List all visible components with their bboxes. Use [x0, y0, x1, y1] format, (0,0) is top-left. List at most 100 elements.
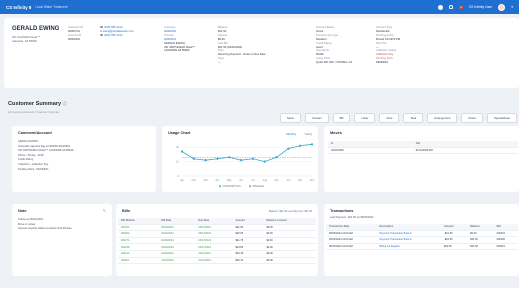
note-body: Follow-up 05/21/2024 Move in review Acco…: [18, 218, 108, 232]
usage-line-chart: 0 10 20 Jan Feb Mar Apr May Jun Jul Aug Sep Oct Nov De…: [176, 143, 315, 188]
move-button[interactable]: Move: [280, 113, 301, 123]
transaction-description[interactable]: Payment Transaction Bank A: [376, 237, 441, 244]
table-row[interactable]: 05/25/2024 12:00 AM Payment Transaction B…: [326, 230, 518, 237]
app-title[interactable]: CS Infinity 8: [6, 5, 31, 10]
balance-forward: $0.00: [266, 252, 273, 256]
customer-profile-panel: GERALD EWING 331 Smithfield Road ** Lake…: [4, 18, 519, 88]
contact-column: ☎ (815) 555-1212 ✉ ewing@landalewater.co…: [100, 26, 134, 38]
breadcrumb[interactable]: All Customer Accounts / Customer Summary: [8, 111, 59, 114]
info-icon[interactable]: ⓘ: [63, 101, 67, 106]
bill-number[interactable]: 000300: [118, 231, 158, 238]
table-row[interactable]: 05/23/2024 12:00 AM Payment Transaction B…: [326, 237, 518, 244]
search-icon[interactable]: [438, 4, 444, 10]
data-point: [180, 150, 184, 153]
bill-number[interactable]: 000248: [118, 244, 158, 251]
pays-value: —: [218, 61, 221, 65]
summary-title-text: Customer Summary: [8, 101, 62, 107]
top-bar: CS Infinity 8 Local Water Treatment 3 CS…: [0, 0, 519, 14]
status-column: Account Status Active Premise Use Type R…: [316, 26, 352, 65]
balance-forward: $0.00: [266, 225, 273, 229]
app-subtitle: Local Water Treatment: [35, 5, 68, 9]
spreadsheet-button[interactable]: Spreadsheet: [487, 113, 517, 123]
address-line-2: Lakeside, AZ 85929: [12, 39, 37, 43]
contact-button[interactable]: Contact: [304, 113, 329, 123]
bills-table: Bill Number Bill Date Due Date Amount Ba…: [118, 218, 316, 264]
card-title: Moves: [330, 131, 342, 135]
comment-card: Comment/Account GERALD EWING Automatic p…: [12, 126, 156, 192]
bell-icon[interactable]: [449, 5, 454, 9]
bill-number[interactable]: 000271: [118, 237, 158, 244]
task-button[interactable]: Task: [403, 113, 424, 123]
bill-number[interactable]: 000212: [118, 250, 158, 257]
amount: $21.50: [235, 225, 244, 229]
due-date: 04/17/2024: [198, 239, 211, 243]
bills-card: Bills Balance: $21.50 Last Payment: $21.…: [116, 204, 318, 276]
user-name[interactable]: CS Infinity User: [469, 5, 493, 9]
action-bar: Move Contact Bill Letter Note Task Arran…: [280, 113, 517, 123]
balance-forward: $0.00: [266, 245, 273, 249]
table-row[interactable]: 000212 01/23/2024 02/17/2024 $23.15 $0.00: [118, 250, 316, 258]
chevron-down-icon[interactable]: ▾: [511, 5, 513, 9]
table-row[interactable]: 000201 12/23/2023 01/17/2024 $20.70 $0.00: [118, 257, 316, 264]
phone-1[interactable]: (815) 555-1212: [104, 26, 122, 29]
x-tick-label: Apr: [216, 179, 220, 182]
data-point: [239, 159, 243, 162]
card-title: Comment/Account: [18, 131, 52, 135]
table-row[interactable]: 01/01/2009 01/01/2020 PM: [328, 147, 518, 154]
balance-forward: $0.00: [266, 258, 273, 262]
bill-button[interactable]: Bill: [332, 113, 351, 123]
x-tick-label: Feb: [192, 179, 197, 182]
legend-label-average: AVERAGE: [253, 185, 265, 188]
premise-city: LAKESIDE AZ 85929: [164, 49, 190, 53]
arrangement-button[interactable]: Arrangement: [427, 113, 458, 123]
data-point: [216, 157, 219, 160]
bill-number[interactable]: 000201: [118, 257, 158, 264]
action-button[interactable]: Action: [461, 113, 484, 123]
bill-date: 03/23/2024: [161, 239, 174, 243]
moves-card: Moves In Out 01/01/2009 01/01/2020 PM: [324, 126, 519, 192]
email-link[interactable]: ewing@landalewater.com: [103, 30, 134, 33]
due-date: 02/17/2024: [198, 252, 211, 256]
bill-date: 02/23/2024: [161, 245, 174, 249]
transactions-table: Transaction Date Description Amount Bala…: [326, 224, 518, 250]
phone-icon: ☎: [100, 33, 104, 37]
phone-2[interactable]: (815) 555-1212: [104, 34, 122, 37]
table-row[interactable]: 000271 03/23/2024 04/17/2024 $21.75 $0.00: [118, 237, 316, 244]
table-row[interactable]: 000248 02/23/2024 03/17/2024 $19.80 $0.00: [118, 244, 316, 251]
data-point: [299, 144, 302, 147]
x-tick-label: Jul: [251, 179, 255, 182]
amount: $21.75: [235, 239, 244, 243]
customer-address: 331 Smithfield Road ** Lakeside, AZ 8592…: [12, 35, 40, 43]
data-point: [192, 157, 195, 160]
card-title: Note: [18, 209, 27, 213]
table-row[interactable]: 05/23/2024 12:00 AM Billing Jul Register $…: [326, 243, 518, 250]
plan-value: Recurring Payment - Draw on Due Date: [218, 53, 266, 57]
letter-button[interactable]: Letter: [354, 113, 376, 123]
comment-line: Pending Work - PENDING: [18, 167, 49, 171]
x-tick-label: Dec: [310, 179, 315, 182]
y-tick-label: 20: [176, 145, 179, 149]
balance: $21.50: [470, 245, 478, 249]
data-point: [310, 143, 314, 146]
amount: -$21.50: [444, 231, 453, 235]
bill-number[interactable]: 000321: [118, 224, 158, 231]
avatar[interactable]: [498, 3, 506, 11]
amount: $19.80: [235, 245, 244, 249]
edit-icon[interactable]: ✎: [103, 208, 106, 213]
legend-swatch-consumption: [219, 185, 221, 188]
bill-number: 000321: [496, 245, 505, 249]
note-line: Account requires follow up before final …: [18, 227, 72, 231]
transactions-card: Transactions Last Payment - $21.50 on 05…: [324, 204, 519, 276]
table-row[interactable]: 000300 04/23/2024 05/17/2024 $22.05 $0.00: [118, 231, 316, 238]
data-point: [251, 157, 255, 160]
legend-swatch-average: [249, 185, 251, 188]
note-button[interactable]: Note: [379, 113, 400, 123]
due-date: 05/17/2024: [198, 232, 211, 236]
legend-label-consumption: CONSUMPTION: [223, 185, 241, 188]
transaction-description[interactable]: Billing Jul Register: [376, 243, 441, 250]
notification-count: 3: [459, 5, 463, 9]
transaction-description[interactable]: Payment Transaction Bank A: [376, 230, 441, 237]
balance: $21.50: [470, 238, 478, 242]
table-row[interactable]: 000321 05/23/2024 06/17/2024 $21.50 $0.00: [118, 224, 316, 231]
y-tick-label: 10: [176, 160, 179, 164]
